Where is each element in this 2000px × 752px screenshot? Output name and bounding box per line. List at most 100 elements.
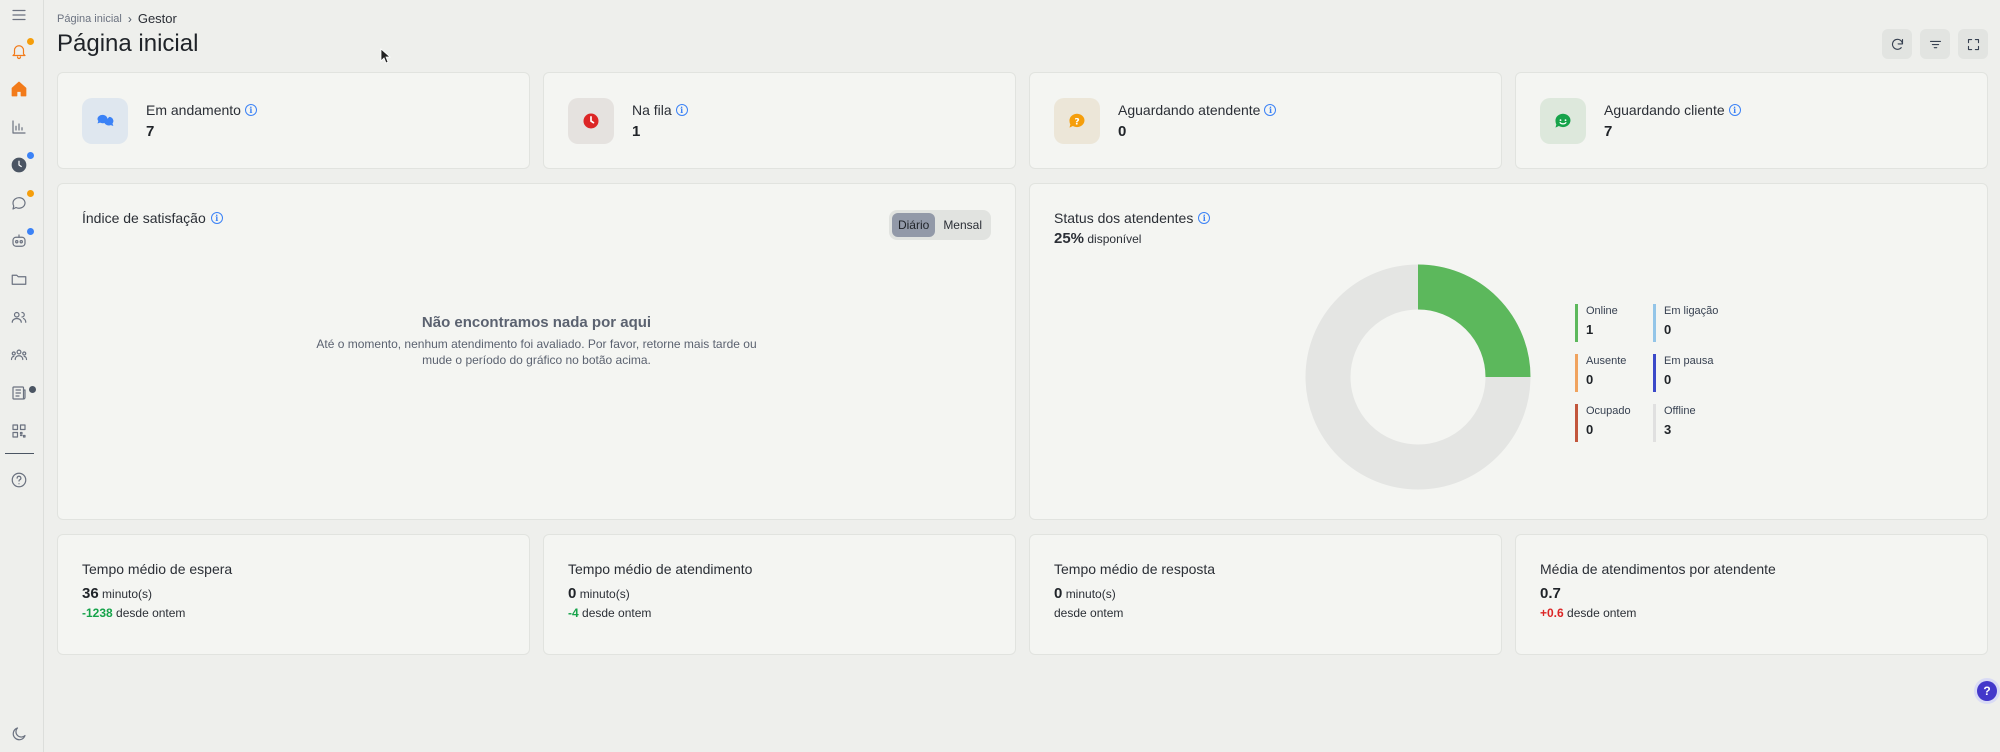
- toggle-daily[interactable]: Diário: [891, 213, 936, 237]
- legend-value: 0: [1586, 372, 1594, 387]
- legend-value: 0: [1664, 322, 1672, 337]
- metric-value: 0 minuto(s): [568, 585, 630, 602]
- history-clock-icon[interactable]: [8, 152, 34, 176]
- chat-icon[interactable]: [8, 190, 34, 214]
- menu-icon[interactable]: [8, 4, 30, 26]
- info-icon[interactable]: i: [1728, 104, 1741, 116]
- agents-status-panel: Status dos atendentes i 25% disponível O…: [1029, 183, 1988, 520]
- bot-badge: [27, 228, 34, 235]
- period-toggle: Diário Mensal: [888, 210, 991, 240]
- legend-label: Em ligação: [1664, 305, 1719, 317]
- home-icon[interactable]: [8, 78, 30, 100]
- legend-offline: Offline 3: [1653, 404, 1733, 442]
- empty-state-title: Não encontramos nada por aqui: [421, 314, 652, 331]
- breadcrumb: Página inicial › Gestor: [57, 11, 177, 26]
- legend-label: Ocupado: [1586, 405, 1631, 417]
- delta-value: -1238: [82, 606, 113, 620]
- metric-unit: minuto(s): [579, 587, 630, 601]
- history-badge: [27, 152, 34, 159]
- reports-chart-icon[interactable]: [8, 116, 30, 138]
- toggle-monthly[interactable]: Mensal: [937, 213, 988, 237]
- filter-button[interactable]: [1920, 29, 1950, 59]
- info-icon[interactable]: i: [210, 212, 223, 224]
- stat-label: Em andamento i: [146, 102, 257, 118]
- status-donut-chart: [1305, 264, 1531, 490]
- legend-ausente: Ausente 0: [1575, 354, 1655, 392]
- metric-value: 36 minuto(s): [82, 585, 152, 602]
- legend-online: Online 1: [1575, 304, 1655, 342]
- donut-online-segment[interactable]: [1417, 264, 1531, 378]
- legend-ocupado: Ocupado 0: [1575, 404, 1655, 442]
- stat-label-text: Na fila: [632, 102, 672, 118]
- fullscreen-icon: [1967, 38, 1979, 50]
- legend-value: 1: [1586, 322, 1594, 337]
- legend-value: 3: [1664, 422, 1672, 437]
- metric-number: 36: [82, 585, 99, 602]
- delta-value: -4: [568, 606, 579, 620]
- metric-title: Tempo médio de espera: [82, 561, 233, 577]
- info-icon[interactable]: i: [1198, 212, 1211, 224]
- info-icon[interactable]: i: [675, 104, 688, 116]
- empty-state-text: Até o momento, nenhum atendimento foi av…: [316, 337, 757, 367]
- stat-value: 1: [632, 123, 641, 140]
- legend-label: Ausente: [1586, 355, 1627, 367]
- availability-percent: 25%: [1054, 230, 1085, 247]
- help-chat-button[interactable]: ?: [1977, 681, 1997, 701]
- panel-title: Índice de satisfação i: [82, 210, 223, 226]
- dark-mode-moon-icon[interactable]: [8, 723, 30, 745]
- stat-label: Aguardando atendente i: [1118, 102, 1277, 118]
- panel-title-text: Índice de satisfação: [82, 210, 206, 226]
- stat-card-aguardando-cliente: Aguardando cliente i 7: [1515, 72, 1988, 169]
- info-icon[interactable]: i: [244, 104, 257, 116]
- delta-label: desde ontem: [1054, 606, 1124, 620]
- stat-value: 7: [146, 123, 155, 140]
- availability: 25% disponível: [1054, 230, 1141, 247]
- teams-icon[interactable]: [8, 344, 30, 366]
- stat-label: Aguardando cliente i: [1604, 102, 1741, 118]
- metric-delta: -4 desde ontem: [568, 606, 651, 620]
- bot-icon[interactable]: [8, 228, 34, 252]
- stat-label-text: Aguardando atendente: [1118, 102, 1261, 118]
- chevron-right-icon: ›: [127, 11, 132, 26]
- legend-label: Em pausa: [1664, 355, 1714, 367]
- filter-icon: [1929, 40, 1941, 48]
- metric-number: 0.7: [1540, 585, 1561, 602]
- stat-card-na-fila: Na fila i 1: [543, 72, 1016, 169]
- help-circle-icon[interactable]: [8, 469, 30, 491]
- news-icon[interactable]: [8, 382, 36, 404]
- availability-label: disponível: [1087, 232, 1142, 246]
- legend-label: Offline: [1664, 405, 1696, 417]
- legend-em-ligacao: Em ligação 0: [1653, 304, 1733, 342]
- qr-code-icon[interactable]: [8, 420, 30, 442]
- smile-bubble-icon: [1540, 98, 1586, 144]
- contacts-icon[interactable]: [8, 306, 30, 328]
- legend-label: Online: [1586, 305, 1618, 317]
- metric-card-wait-time: Tempo médio de espera 36 minuto(s) -1238…: [57, 534, 530, 655]
- metric-delta: desde ontem: [1054, 606, 1123, 620]
- legend-em-pausa: Em pausa 0: [1653, 354, 1733, 392]
- metric-title: Tempo médio de atendimento: [568, 561, 753, 577]
- news-badge: [29, 386, 36, 393]
- page-title: Página inicial: [57, 30, 199, 57]
- refresh-button[interactable]: [1882, 29, 1912, 59]
- toolbar: [1882, 29, 1988, 59]
- info-icon[interactable]: i: [1264, 104, 1277, 116]
- fullscreen-button[interactable]: [1958, 29, 1988, 59]
- metric-unit: minuto(s): [1065, 587, 1116, 601]
- delta-label: desde ontem: [582, 606, 652, 620]
- breadcrumb-home-link[interactable]: Página inicial: [57, 13, 122, 25]
- metric-card-response-time: Tempo médio de resposta 0 minuto(s) desd…: [1029, 534, 1502, 655]
- chat-bubbles-icon: [82, 98, 128, 144]
- folder-icon[interactable]: [8, 268, 30, 290]
- sidebar-divider: [5, 453, 34, 454]
- notifications-bell-icon[interactable]: [8, 38, 34, 62]
- metric-card-service-time: Tempo médio de atendimento 0 minuto(s) -…: [543, 534, 1016, 655]
- svg-text:?: ?: [1074, 116, 1079, 127]
- metric-title: Tempo médio de resposta: [1054, 561, 1216, 577]
- delta-label: desde ontem: [116, 606, 186, 620]
- sidebar: [0, 0, 44, 752]
- legend-value: 0: [1586, 422, 1594, 437]
- stat-card-aguardando-atendente: ? Aguardando atendente i 0: [1029, 72, 1502, 169]
- clock-icon: [568, 98, 614, 144]
- metric-delta: -1238 desde ontem: [82, 606, 185, 620]
